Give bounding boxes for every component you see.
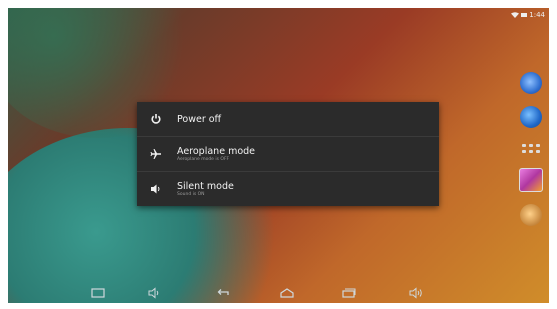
- status-time: 1:44: [529, 11, 545, 19]
- volume-up-icon[interactable]: [409, 286, 425, 300]
- menu-item-silent-mode[interactable]: Silent mode Sound is ON: [137, 171, 439, 206]
- app-icon-1[interactable]: [520, 72, 542, 94]
- menu-item-power-off[interactable]: Power off: [137, 102, 439, 136]
- menu-item-subtitle: Sound is ON: [177, 191, 205, 197]
- menu-item-subtitle: Aeroplane mode is OFF: [177, 156, 230, 162]
- menu-item-text: Aeroplane mode Aeroplane mode is OFF: [177, 146, 255, 163]
- menu-item-text: Silent mode Sound is ON: [177, 181, 234, 198]
- menu-item-aeroplane-mode[interactable]: Aeroplane mode Aeroplane mode is OFF: [137, 136, 439, 171]
- home-screen-icons: [517, 72, 545, 226]
- recents-icon[interactable]: [341, 286, 357, 300]
- back-icon[interactable]: [215, 286, 231, 300]
- app-icon-2[interactable]: [520, 106, 542, 128]
- app-icon-5[interactable]: [520, 204, 542, 226]
- navigation-bar: [8, 283, 549, 303]
- menu-item-title: Silent mode: [177, 180, 234, 192]
- all-apps-icon[interactable]: [521, 140, 541, 156]
- menu-item-title: Aeroplane mode: [177, 145, 256, 157]
- power-icon: [149, 112, 163, 126]
- menu-item-text: Power off: [177, 114, 221, 125]
- gallery-icon[interactable]: [519, 168, 543, 192]
- volume-down-icon[interactable]: [147, 286, 163, 300]
- wifi-icon: [511, 12, 520, 18]
- battery-icon: [521, 13, 528, 17]
- power-options-dialog: Power off Aeroplane mode Aeroplane mode …: [137, 102, 439, 206]
- screenshot-icon[interactable]: [90, 286, 106, 300]
- home-icon[interactable]: [279, 286, 295, 300]
- volume-icon: [149, 182, 163, 196]
- airplane-icon: [149, 147, 163, 161]
- status-bar: 1:44: [511, 11, 545, 19]
- menu-item-title: Power off: [177, 113, 222, 125]
- tablet-screen: 1:44 Power off Aeroplane mode Aeroplane …: [8, 8, 549, 303]
